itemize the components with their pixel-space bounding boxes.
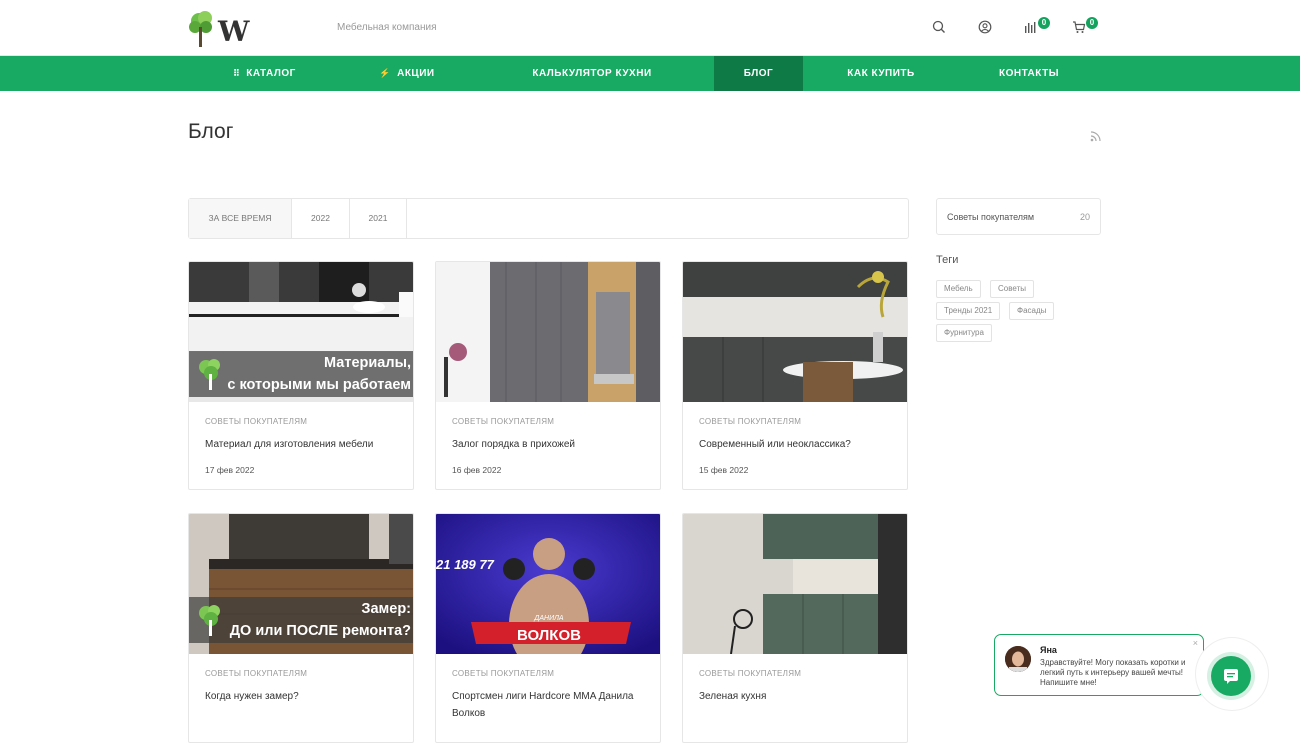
post-category[interactable]: СОВЕТЫ ПОКУПАТЕЛЯМ <box>699 417 801 426</box>
compare-count-badge: 0 <box>1038 17 1050 29</box>
compare-icon[interactable]: 0 <box>1024 17 1050 36</box>
section-count: 20 <box>1079 212 1090 222</box>
post-category[interactable]: СОВЕТЫ ПОКУПАТЕЛЯМ <box>452 669 554 678</box>
post-title[interactable]: Материал для изготовления мебели <box>205 436 401 453</box>
site-header: W Мебельная компания 0 0 <box>0 0 1300 56</box>
nav-promotions[interactable]: ⚡ АКЦИИ <box>372 56 442 91</box>
post-category[interactable]: СОВЕТЫ ПОКУПАТЕЛЯМ <box>205 417 307 426</box>
post-title[interactable]: Спортсмен лиги Hardcore MMA Данила Волко… <box>452 688 648 722</box>
search-icon[interactable] <box>932 20 948 36</box>
chat-button[interactable] <box>1196 638 1268 710</box>
tagline: Мебельная компания <box>337 22 437 33</box>
banner-text: Материалы, с которыми мы работаем <box>227 355 411 393</box>
period-filter: ЗА ВСЕ ВРЕМЯ 2022 2021 <box>188 198 909 239</box>
post-title[interactable]: Зеленая кухня <box>699 688 895 705</box>
banner-text: Замер: ДО или ПОСЛЕ ремонта? <box>229 601 411 639</box>
tag[interactable]: Фурнитура <box>936 324 992 342</box>
main-nav: ⠿ КАТАЛОГ ⚡ АКЦИИ КАЛЬКУЛЯТОР КУХНИ БЛОГ К… <box>0 56 1300 91</box>
svg-text:21 189 77: 21 189 77 <box>436 557 495 572</box>
post-date: 16 фев 2022 <box>452 465 502 475</box>
blog-card[interactable]: СОВЕТЫ ПОКУПАТЕЛЯМ Залог порядка в прихо… <box>435 261 661 490</box>
chat-message: Здравствуйте! Могу показать коротки и ле… <box>1040 658 1186 687</box>
blog-card[interactable]: СОВЕТЫ ПОКУПАТЕЛЯМ Современный или неокл… <box>682 261 908 490</box>
blog-card[interactable]: Материалы, с которыми мы работаем СОВЕТЫ … <box>188 261 414 490</box>
nav-blog[interactable]: БЛОГ <box>714 56 803 91</box>
tag[interactable]: Тренды 2021 <box>936 302 1001 320</box>
svg-text:ДАНИЛА: ДАНИЛА <box>533 615 563 622</box>
post-image: Материалы, с которыми мы работаем <box>189 262 413 402</box>
chat-agent-name: Яна <box>1040 645 1057 655</box>
post-category[interactable]: СОВЕТЫ ПОКУПАТЕЛЯМ <box>699 669 801 678</box>
page-title: Блог <box>188 120 234 143</box>
nav-kitchen-calculator[interactable]: КАЛЬКУЛЯТОР КУХНИ <box>522 56 662 91</box>
post-date: 17 фев 2022 <box>205 465 255 475</box>
post-banner: Материалы, с которыми мы работаем <box>189 351 413 397</box>
close-icon[interactable]: × <box>1193 638 1198 648</box>
logo[interactable]: W <box>188 9 250 49</box>
filter-all-time[interactable]: ЗА ВСЕ ВРЕМЯ <box>189 199 292 238</box>
post-category[interactable]: СОВЕТЫ ПОКУПАТЕЛЯМ <box>452 417 554 426</box>
blog-card[interactable]: СОВЕТЫ ПОКУПАТЕЛЯМ Зеленая кухня <box>682 513 908 743</box>
svg-text:ВОЛКОВ: ВОЛКОВ <box>517 627 581 644</box>
sidebar-section-link[interactable]: Советы покупателям 20 <box>936 198 1101 235</box>
chat-icon <box>1211 656 1251 696</box>
rss-icon[interactable] <box>1090 129 1102 142</box>
nav-contacts[interactable]: КОНТАКТЫ <box>988 56 1070 91</box>
blog-card[interactable]: 21 189 77 ВОЛКОВ ДАНИЛА СОВЕТЫ ПОКУПАТЕЛ… <box>435 513 661 743</box>
svg-text:W: W <box>217 15 250 48</box>
cart-count-badge: 0 <box>1086 17 1098 29</box>
post-image <box>683 514 907 654</box>
nav-how-to-buy[interactable]: КАК КУПИТЬ <box>836 56 926 91</box>
post-image: 21 189 77 ВОЛКОВ ДАНИЛА <box>436 514 660 654</box>
tags-title: Теги <box>936 254 959 266</box>
filter-2021[interactable]: 2021 <box>350 199 407 238</box>
tag[interactable]: Советы <box>990 280 1034 298</box>
post-title[interactable]: Когда нужен замер? <box>205 688 401 705</box>
post-title[interactable]: Залог порядка в прихожей <box>452 436 648 453</box>
tag[interactable]: Мебель <box>936 280 981 298</box>
post-category[interactable]: СОВЕТЫ ПОКУПАТЕЛЯМ <box>205 669 307 678</box>
section-label: Советы покупателям <box>947 212 1035 222</box>
post-banner: Замер: ДО или ПОСЛЕ ремонта? <box>189 597 413 643</box>
post-image: Замер: ДО или ПОСЛЕ ремонта? <box>189 514 413 654</box>
lightning-icon: ⚡ <box>379 68 392 78</box>
user-icon[interactable] <box>978 20 994 36</box>
filter-2022[interactable]: 2022 <box>292 199 350 238</box>
post-image <box>436 262 660 402</box>
nav-catalog[interactable]: ⠿ КАТАЛОГ <box>222 56 307 91</box>
grid-icon: ⠿ <box>233 68 241 78</box>
post-image <box>683 262 907 402</box>
chat-popup[interactable]: Яна Здравствуйте! Могу показать коротки … <box>994 634 1204 696</box>
tag[interactable]: Фасады <box>1009 302 1055 320</box>
post-date: 15 фев 2022 <box>699 465 749 475</box>
post-title[interactable]: Современный или неоклассика? <box>699 436 895 453</box>
blog-card[interactable]: Замер: ДО или ПОСЛЕ ремонта? СОВЕТЫ ПОКУП… <box>188 513 414 743</box>
cart-icon[interactable]: 0 <box>1072 17 1098 36</box>
avatar <box>1005 646 1031 672</box>
